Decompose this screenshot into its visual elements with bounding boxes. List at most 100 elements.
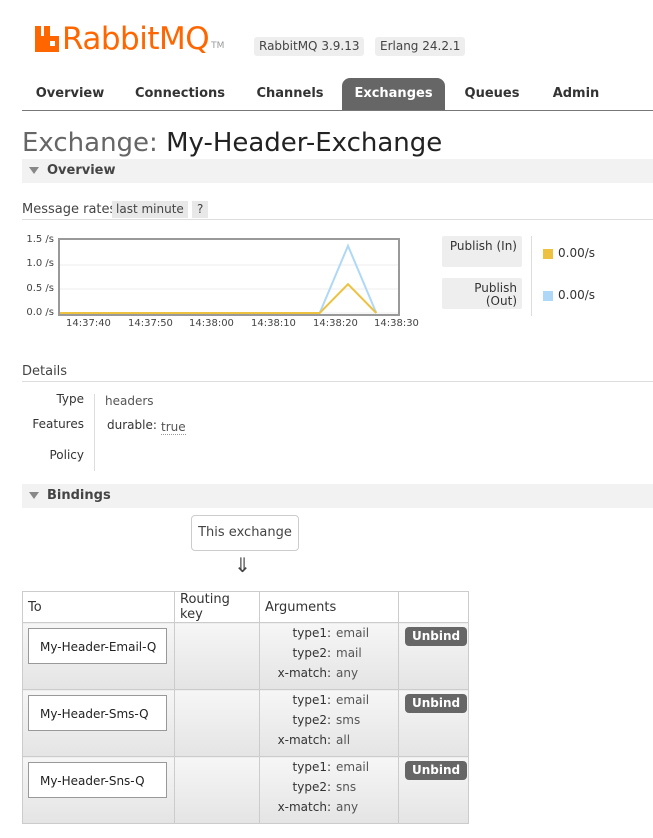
rabbitmq-logo[interactable]: RabbitMQ TM <box>35 21 225 57</box>
publish-in-swatch <box>543 249 553 259</box>
tab-overview[interactable]: Overview <box>22 78 118 110</box>
page-title-prefix: Exchange: <box>22 128 167 158</box>
publish-out-label: Publish (Out) <box>442 278 522 309</box>
message-rates-divider <box>22 219 653 220</box>
argument-value: sns <box>336 780 357 794</box>
argument-key: type2: <box>292 713 331 727</box>
argument-value: mail <box>336 646 362 660</box>
routing-key-cell <box>174 756 260 824</box>
details-divider <box>22 381 653 382</box>
argument-value: all <box>336 733 351 747</box>
down-arrow-icon: ⇓ <box>234 553 251 577</box>
tab-channels[interactable]: Channels <box>244 78 336 110</box>
column-header-to: To <box>22 591 175 623</box>
actions-cell: Unbind <box>398 689 469 757</box>
collapse-triangle-icon <box>29 492 39 499</box>
message-rates-chart <box>58 238 400 316</box>
y-tick-label: 1.5 /s <box>26 234 54 245</box>
actions-cell: Unbind <box>398 622 469 690</box>
brand-name: RabbitMQ <box>62 21 210 57</box>
argument-row: type2: mail <box>260 643 398 663</box>
durable-key: durable: <box>107 418 157 432</box>
overview-section-toggle[interactable]: Overview <box>22 159 653 183</box>
argument-value: sms <box>336 713 361 727</box>
y-tick-label: 0.0 /s <box>26 307 54 318</box>
argument-key: type2: <box>292 780 331 794</box>
details-vertical-divider <box>94 394 95 471</box>
x-tick-label: 14:37:40 <box>66 318 111 329</box>
unbind-button[interactable]: Unbind <box>405 694 468 713</box>
argument-value: any <box>336 800 359 814</box>
publish-in-value: 0.00/s <box>558 246 596 260</box>
argument-value: any <box>336 666 359 680</box>
argument-key: type1: <box>292 693 331 707</box>
trademark-label: TM <box>211 41 225 51</box>
message-rates-label: Message rates <box>22 202 117 217</box>
x-tick-label: 14:38:20 <box>313 318 358 329</box>
stats-divider <box>531 236 532 316</box>
table-row: My-Header-Email-Q type1: email type2: mail… <box>22 622 469 690</box>
publish-out-swatch <box>543 291 553 301</box>
bindings-table: To Routing key Arguments My-Header-Email… <box>22 591 469 824</box>
to-cell: My-Header-Email-Q <box>22 622 175 690</box>
publish-in-label: Publish (In) <box>442 236 522 267</box>
page-title: Exchange: My-Header-Exchange <box>22 128 442 158</box>
tab-admin[interactable]: Admin <box>542 78 610 110</box>
to-cell: My-Header-Sns-Q <box>22 756 175 824</box>
collapse-triangle-icon <box>29 167 39 174</box>
range-selector[interactable]: last minute <box>112 201 188 218</box>
details-label: Details <box>22 364 68 379</box>
publish-out-value: 0.00/s <box>558 288 596 302</box>
table-row: My-Header-Sns-Q type1: email type2: sns x-… <box>22 756 469 824</box>
column-header-actions <box>398 591 469 623</box>
type-key: Type <box>56 392 84 406</box>
rabbitmq-version-badge: RabbitMQ 3.9.13 <box>254 37 365 56</box>
queue-link[interactable]: My-Header-Email-Q <box>28 628 167 664</box>
policy-key: Policy <box>49 448 84 462</box>
column-header-arguments: Arguments <box>259 591 399 623</box>
erlang-version-badge: Erlang 24.2.1 <box>375 37 466 56</box>
rabbit-logo-icon <box>35 26 59 52</box>
argument-key: x-match: <box>277 666 331 680</box>
argument-value: email <box>336 760 370 774</box>
chart-frame <box>58 238 400 316</box>
type-value: headers <box>105 394 154 408</box>
publish-in-text: Publish (In) <box>449 239 517 253</box>
bindings-section-label: Bindings <box>47 488 111 503</box>
queue-link[interactable]: My-Header-Sms-Q <box>28 695 167 731</box>
argument-value: email <box>336 693 370 707</box>
argument-key: type2: <box>292 646 331 660</box>
argument-row: type2: sns <box>260 777 398 797</box>
argument-row: type2: sms <box>260 710 398 730</box>
argument-row: x-match: any <box>260 797 398 817</box>
argument-key: x-match: <box>277 800 331 814</box>
tab-connections[interactable]: Connections <box>126 78 234 110</box>
x-tick-label: 14:38:30 <box>374 318 419 329</box>
unbind-button[interactable]: Unbind <box>405 761 468 780</box>
this-exchange-box: This exchange <box>191 515 299 551</box>
bindings-section-toggle[interactable]: Bindings <box>22 484 653 508</box>
queue-link[interactable]: My-Header-Sns-Q <box>28 762 167 798</box>
argument-key: type1: <box>292 626 331 640</box>
tab-queues[interactable]: Queues <box>454 78 530 110</box>
arguments-cell: type1: email type2: mail x-match: any <box>259 622 399 690</box>
actions-cell: Unbind <box>398 756 469 824</box>
x-tick-label: 14:38:00 <box>189 318 234 329</box>
help-button[interactable]: ? <box>192 201 209 218</box>
routing-key-cell <box>174 689 260 757</box>
overview-section-label: Overview <box>47 163 116 178</box>
argument-row: type1: email <box>260 757 398 777</box>
unbind-button[interactable]: Unbind <box>405 627 468 646</box>
features-key: Features <box>32 417 84 431</box>
column-header-routing-key: Routing key <box>174 591 260 623</box>
tab-exchanges[interactable]: Exchanges <box>342 78 445 110</box>
argument-key: x-match: <box>277 733 331 747</box>
table-header-row: To Routing key Arguments <box>22 591 469 623</box>
main-nav-tabs: Overview Connections Channels Exchanges … <box>22 78 653 111</box>
arguments-cell: type1: email type2: sms x-match: all <box>259 689 399 757</box>
x-tick-label: 14:37:50 <box>128 318 173 329</box>
argument-row: x-match: any <box>260 663 398 683</box>
routing-key-cell <box>174 622 260 690</box>
argument-row: x-match: all <box>260 730 398 750</box>
argument-value: email <box>336 626 370 640</box>
